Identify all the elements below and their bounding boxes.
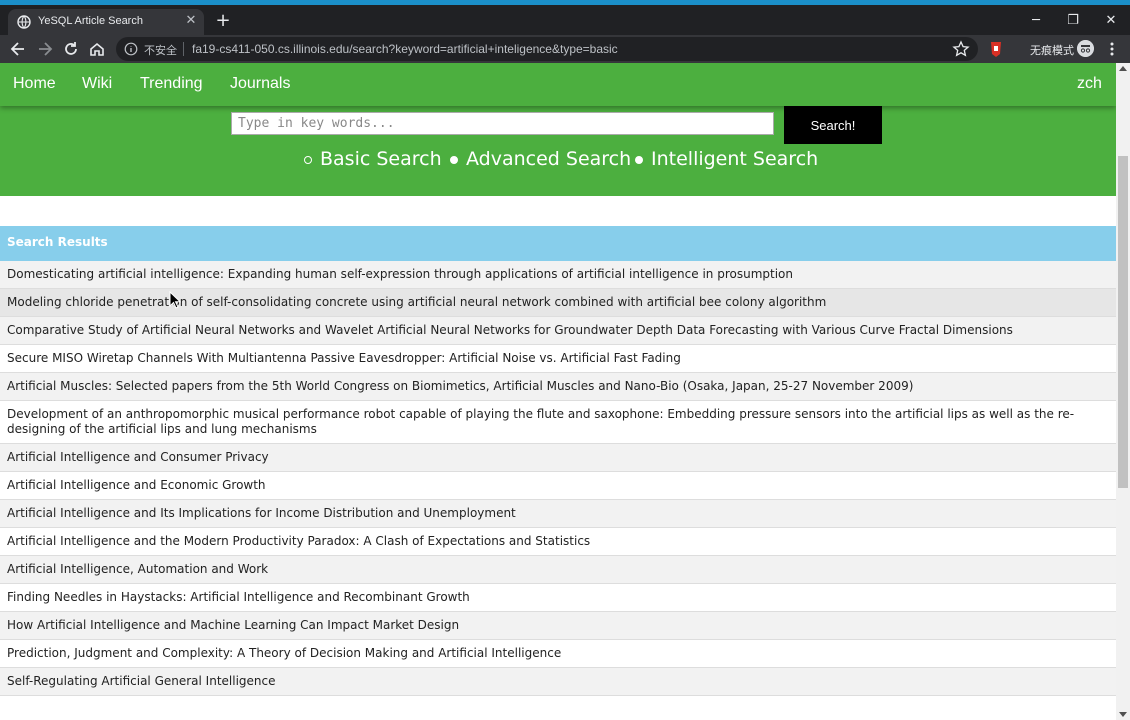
tab-title: YeSQL Article Search <box>38 15 143 27</box>
forward-icon[interactable] <box>35 39 55 59</box>
browser-toolbar: 不安全 fa19-cs411-050.cs.illinois.edu/searc… <box>0 35 1130 63</box>
radio-button-intelligent[interactable] <box>635 156 643 164</box>
result-item[interactable]: Artificial Intelligence and Economic Gro… <box>0 472 1116 500</box>
incognito-label: 无痕模式 <box>1030 45 1074 57</box>
keyword-search-input[interactable] <box>231 112 774 135</box>
page-scrollbar[interactable] <box>1116 63 1130 720</box>
radio-label-intelligent: Intelligent Search <box>651 148 819 170</box>
result-item[interactable]: Artificial Intelligence and Its Implicat… <box>0 500 1116 528</box>
result-item[interactable]: Secure MISO Wiretap Channels With Multia… <box>0 345 1116 373</box>
result-item[interactable]: How Artificial Intelligence and Machine … <box>0 612 1116 640</box>
result-item[interactable]: Development of an anthropomorphic musica… <box>0 401 1116 444</box>
page-viewport: Home Wiki Trending Journals zch Search! … <box>0 63 1116 720</box>
omnibox-divider <box>183 42 184 56</box>
result-item[interactable]: Artificial Intelligence and Consumer Pri… <box>0 444 1116 472</box>
result-item[interactable]: Artificial Intelligence, Automation and … <box>0 556 1116 584</box>
bookmark-star-icon[interactable] <box>952 40 970 58</box>
result-item[interactable]: Artificial Intelligence and the Modern P… <box>0 528 1116 556</box>
scroll-up-icon[interactable] <box>1119 66 1127 71</box>
browser-tab[interactable]: YeSQL Article Search ✕ <box>8 9 204 35</box>
result-item[interactable]: Self-Regulating Artificial General Intel… <box>0 668 1116 696</box>
new-tab-button[interactable]: + <box>214 12 232 31</box>
result-item[interactable]: Modeling chloride penetration of self-co… <box>0 289 1116 317</box>
close-tab-icon[interactable]: ✕ <box>184 14 198 28</box>
nav-journals[interactable]: Journals <box>230 75 290 93</box>
radio-button-basic[interactable] <box>304 156 312 164</box>
site-navbar: Home Wiki Trending Journals zch <box>0 63 1116 106</box>
mouse-cursor-icon <box>169 291 181 309</box>
extension-icon[interactable] <box>988 40 1004 58</box>
radio-button-advanced[interactable] <box>450 156 458 164</box>
nav-wiki[interactable]: Wiki <box>82 75 112 93</box>
back-icon[interactable] <box>8 39 28 59</box>
nav-user[interactable]: zch <box>1077 75 1102 93</box>
result-item[interactable]: Prediction, Judgment and Complexity: A T… <box>0 640 1116 668</box>
nav-home[interactable]: Home <box>13 75 56 93</box>
result-item[interactable]: Domesticating artificial intelligence: E… <box>0 261 1116 289</box>
tab-strip: YeSQL Article Search ✕ + ─ ❐ ✕ <box>0 5 1130 35</box>
radio-label-advanced: Advanced Search <box>466 148 632 170</box>
search-button[interactable]: Search! <box>784 106 882 144</box>
scroll-down-icon[interactable] <box>1119 712 1127 717</box>
home-icon[interactable] <box>87 39 107 59</box>
nav-trending[interactable]: Trending <box>140 75 203 93</box>
window-close-icon[interactable]: ✕ <box>1098 11 1124 31</box>
incognito-icon[interactable] <box>1077 40 1094 57</box>
results-header: Search Results <box>0 226 1116 261</box>
url-text[interactable]: fa19-cs411-050.cs.illinois.edu/search?ke… <box>192 42 618 56</box>
globe-icon <box>17 15 31 29</box>
result-item[interactable]: Comparative Study of Artificial Neural N… <box>0 317 1116 345</box>
result-item[interactable]: Finding Needles in Haystacks: Artificial… <box>0 584 1116 612</box>
restore-icon[interactable]: ❐ <box>1060 11 1086 31</box>
result-item[interactable]: Artificial Muscles: Selected papers from… <box>0 373 1116 401</box>
radio-label-basic: Basic Search <box>320 148 442 170</box>
more-menu-icon[interactable] <box>1106 40 1118 58</box>
address-bar[interactable]: 不安全 fa19-cs411-050.cs.illinois.edu/searc… <box>116 37 978 61</box>
info-icon[interactable] <box>124 42 138 56</box>
scrollbar-thumb[interactable] <box>1118 156 1128 488</box>
minimize-icon[interactable]: ─ <box>1023 11 1049 31</box>
results-list: Domesticating artificial intelligence: E… <box>0 261 1116 696</box>
reload-icon[interactable] <box>61 39 81 59</box>
not-secure-label: 不安全 <box>144 45 177 57</box>
